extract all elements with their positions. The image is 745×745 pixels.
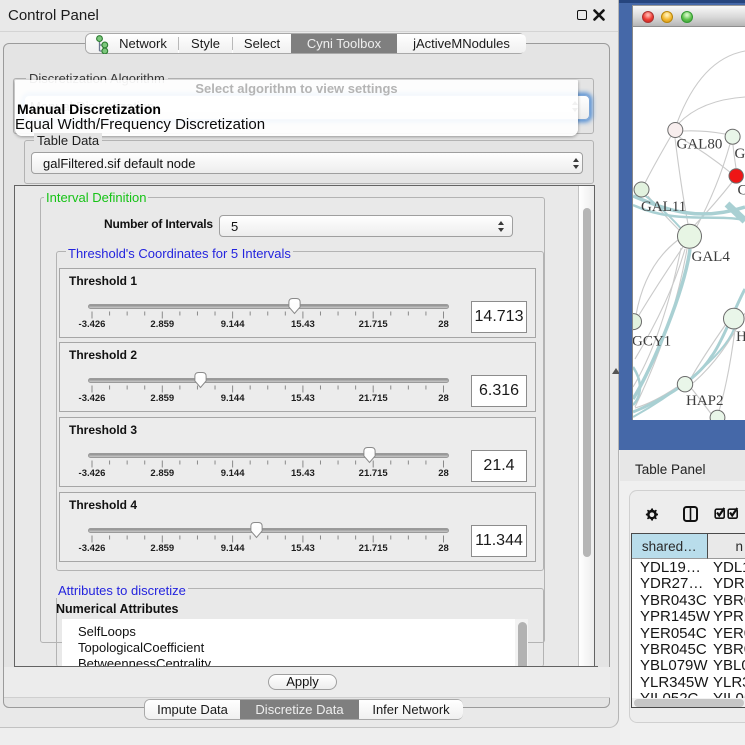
svg-text:GAL4: GAL4: [692, 249, 731, 265]
svg-text:GCY1: GCY1: [633, 334, 671, 350]
svg-text:H: H: [736, 329, 745, 345]
svg-text:GAL11: GAL11: [641, 199, 686, 215]
svg-text:HAP2: HAP2: [686, 393, 724, 409]
svg-text:GAL80: GAL80: [677, 137, 723, 153]
svg-text:GA: GA: [735, 146, 745, 162]
svg-text:C: C: [738, 183, 745, 199]
